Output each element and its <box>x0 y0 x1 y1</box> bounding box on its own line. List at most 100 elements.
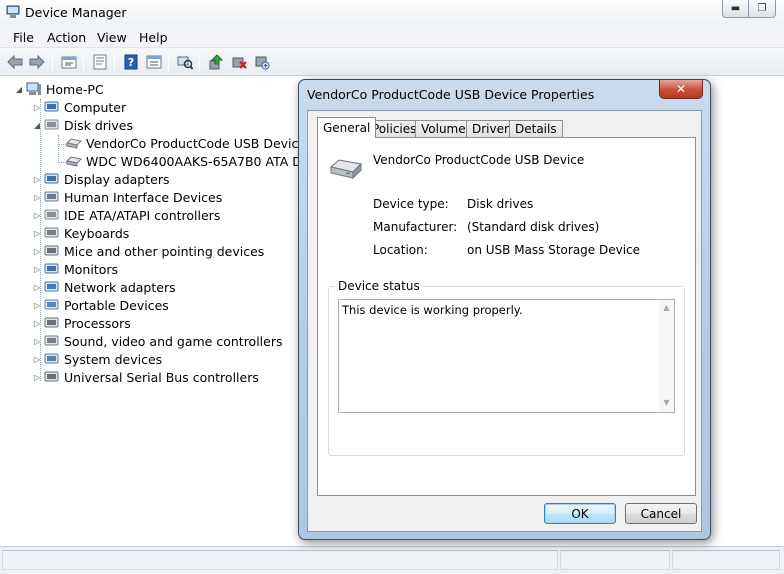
tree-item[interactable]: ▷ Human Interface Devices <box>32 188 222 206</box>
device-category-icon <box>44 191 59 202</box>
tree-item[interactable]: ▷ Keyboards <box>32 224 129 242</box>
manufacturer-value: (Standard disk drives) <box>467 220 600 234</box>
tree-root-label: Home-PC <box>46 81 104 97</box>
ok-button[interactable]: OK <box>544 503 616 524</box>
tree-item-label: Human Interface Devices <box>64 189 223 205</box>
device-category-icon <box>44 245 59 256</box>
scroll-up-icon[interactable]: ▲ <box>659 301 674 315</box>
device-name: VendorCo ProductCode USB Device <box>373 153 585 167</box>
tree-item-label: IDE ATA/ATAPI controllers <box>64 207 221 223</box>
tree-item-label: Mice and other pointing devices <box>64 243 265 259</box>
expand-arrow-icon[interactable]: ▷ <box>32 175 42 184</box>
expand-arrow-icon[interactable]: ▷ <box>32 229 42 238</box>
tree-item-label: Portable Devices <box>64 297 169 313</box>
tree-item[interactable]: ▷ Mice and other pointing devices <box>32 242 264 260</box>
disk-drive-icon <box>66 156 82 167</box>
tree-item[interactable]: ▷ Portable Devices <box>32 296 169 314</box>
tree-item[interactable]: ◢ Disk drives <box>32 116 133 134</box>
status-scrollbar[interactable]: ▲ ▼ <box>659 300 674 412</box>
collapse-arrow-icon[interactable]: ◢ <box>32 121 42 130</box>
expand-arrow-icon[interactable]: ▷ <box>32 247 42 256</box>
device-category-icon <box>44 209 59 220</box>
menu-action[interactable]: Action <box>47 30 86 45</box>
device-status-title: Device status <box>335 279 423 293</box>
toolbar: ? <box>0 48 784 76</box>
forward-icon[interactable] <box>28 53 46 71</box>
computer-icon <box>26 82 41 95</box>
tree-item-label: Monitors <box>64 261 119 277</box>
device-category-icon <box>44 335 59 346</box>
scroll-down-icon[interactable]: ▼ <box>659 396 674 410</box>
device-category-icon <box>44 299 59 310</box>
show-hide-icon[interactable] <box>145 53 163 71</box>
close-button[interactable]: ✕ <box>659 80 703 99</box>
tab-general[interactable]: General <box>317 117 377 138</box>
expand-arrow-icon[interactable]: ▷ <box>32 373 42 382</box>
expand-arrow-icon[interactable]: ▷ <box>32 337 42 346</box>
device-category-icon <box>44 227 59 238</box>
tree-item[interactable]: ▷ Processors <box>32 314 131 332</box>
cancel-button[interactable]: Cancel <box>625 503 697 524</box>
tree-item-label: System devices <box>64 351 163 367</box>
status-cell-2 <box>560 550 670 570</box>
device-category-icon <box>44 173 59 184</box>
tree-item[interactable]: ▷ Network adapters <box>32 278 176 296</box>
tree-child-label: VendorCo ProductCode USB Device <box>86 135 307 151</box>
tree-root[interactable]: ◢ Home-PC <box>14 80 104 98</box>
device-manager-icon <box>6 5 20 18</box>
dialog-title: VendorCo ProductCode USB Device Properti… <box>307 87 595 102</box>
expand-arrow-icon[interactable]: ▷ <box>32 301 42 310</box>
tab-details[interactable]: Details <box>509 120 563 137</box>
expand-arrow-icon[interactable]: ▷ <box>32 319 42 328</box>
expand-arrow-icon[interactable]: ▷ <box>32 265 42 274</box>
tree-item[interactable]: ▷ Universal Serial Bus controllers <box>32 368 259 386</box>
tree-item[interactable]: ▷ Sound, video and game controllers <box>32 332 283 350</box>
menu-help[interactable]: Help <box>139 30 168 45</box>
title-bar: Device Manager ▬ ❐ <box>0 0 784 26</box>
menu-view[interactable]: View <box>97 30 127 45</box>
expand-arrow-icon[interactable]: ▷ <box>32 193 42 202</box>
menu-bar: File Action View Help <box>0 26 784 48</box>
disable-icon[interactable] <box>253 53 271 71</box>
tree-child-item[interactable]: VendorCo ProductCode USB Device <box>66 134 306 152</box>
expand-arrow-icon[interactable]: ▷ <box>32 283 42 292</box>
disk-drive-icon <box>66 138 82 149</box>
properties-icon[interactable] <box>91 53 109 71</box>
svg-text:?: ? <box>128 56 134 69</box>
expand-arrow-icon[interactable]: ▷ <box>32 103 42 112</box>
menu-file[interactable]: File <box>13 30 34 45</box>
device-category-icon <box>44 371 59 382</box>
device-category-icon <box>44 353 59 364</box>
update-driver-icon[interactable] <box>207 53 225 71</box>
tree-item[interactable]: ▷ Monitors <box>32 260 118 278</box>
restore-button[interactable]: ❐ <box>749 0 776 18</box>
tree-child-item[interactable]: WDC WD6400AAKS-65A7B0 ATA Device <box>66 152 335 170</box>
location-value: on USB Mass Storage Device <box>467 243 641 257</box>
status-bar <box>0 546 784 574</box>
help-icon[interactable]: ? <box>122 53 140 71</box>
scan-icon[interactable] <box>176 53 194 71</box>
tab-driver[interactable]: Driver <box>466 120 515 137</box>
tree-item-label: Display adapters <box>64 171 170 187</box>
up-icon[interactable] <box>60 53 78 71</box>
device-status-textbox[interactable]: This device is working properly. ▲ ▼ <box>338 299 675 413</box>
tree-item[interactable]: ▷ Display adapters <box>32 170 170 188</box>
tree-item[interactable]: ▷ System devices <box>32 350 162 368</box>
expand-arrow-icon[interactable]: ▷ <box>32 211 42 220</box>
uninstall-icon[interactable] <box>230 53 248 71</box>
device-category-icon <box>44 317 59 328</box>
back-icon[interactable] <box>6 53 24 71</box>
location-label: Location: <box>373 243 428 257</box>
tree-item-label: Sound, video and game controllers <box>64 333 283 349</box>
status-cell-3 <box>672 550 780 570</box>
expand-arrow-icon[interactable]: ▷ <box>32 355 42 364</box>
device-status-text: This device is working properly. <box>342 303 523 317</box>
tree-item[interactable]: ▷ IDE ATA/ATAPI controllers <box>32 206 220 224</box>
tree-item[interactable]: ▷ Computer <box>32 98 126 116</box>
device-category-icon <box>44 281 59 292</box>
dialog-client: General Policies Volumes Driver Details … <box>307 110 702 532</box>
status-cell-main <box>2 550 558 570</box>
collapse-arrow-icon[interactable]: ◢ <box>14 85 24 94</box>
tree-item-label: Keyboards <box>64 225 130 241</box>
minimize-button[interactable]: ▬ <box>722 0 749 18</box>
